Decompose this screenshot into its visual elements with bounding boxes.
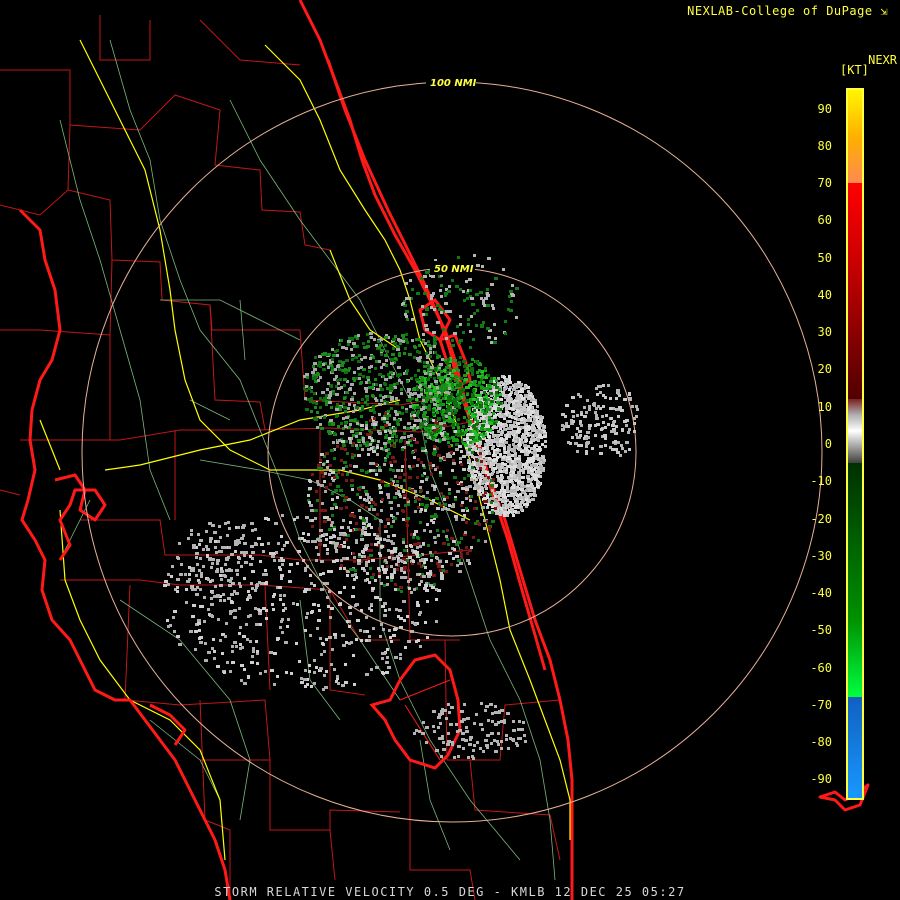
range-ring-label-100: 100 NMI (430, 78, 477, 89)
scale-band-2 (848, 399, 862, 463)
range-ring-label-50: 50 NMI (434, 264, 474, 275)
scale-tick-label: 60 (817, 213, 832, 228)
scale-tick-label: -30 (810, 548, 832, 563)
scale-tick-label: 70 (817, 176, 832, 191)
highways (39, 39, 571, 861)
scale-band-0 (848, 90, 862, 184)
scale-tick-label: -50 (810, 623, 832, 638)
scale-band-1 (848, 183, 862, 400)
scale-tick-label: -20 (810, 511, 832, 526)
scale-tick-label: 10 (817, 399, 832, 414)
velocity-color-scale (846, 88, 864, 800)
radar-map: 100 NMI 50 NMI (0, 0, 870, 900)
scale-tick-label: -10 (810, 474, 832, 489)
scale-tick-label: 20 (817, 362, 832, 377)
scale-tick-label: 40 (817, 287, 832, 302)
scale-band-3 (848, 462, 862, 698)
scale-tick-label: 80 (817, 138, 832, 153)
scale-tick-label: 50 (817, 250, 832, 265)
unit-label: [KT] (840, 63, 869, 77)
scale-tick-label: 90 (817, 101, 832, 116)
scale-tick-label: -70 (810, 697, 832, 712)
credit-label: NEXLAB-College of DuPage ⇲ (687, 4, 888, 18)
scale-tick-label: -80 (810, 735, 832, 750)
scale-band-4 (848, 697, 862, 798)
product-label: NEXR (868, 53, 897, 67)
scale-tick-label: -40 (810, 586, 832, 601)
scale-tick-label: 30 (817, 325, 832, 340)
scale-tick-label: 0 (824, 437, 832, 451)
scale-tick-label: -90 (810, 772, 832, 787)
scale-tick-label: -60 (810, 660, 832, 675)
product-footer-title: STORM RELATIVE VELOCITY 0.5 DEG - KMLB 1… (214, 885, 686, 899)
